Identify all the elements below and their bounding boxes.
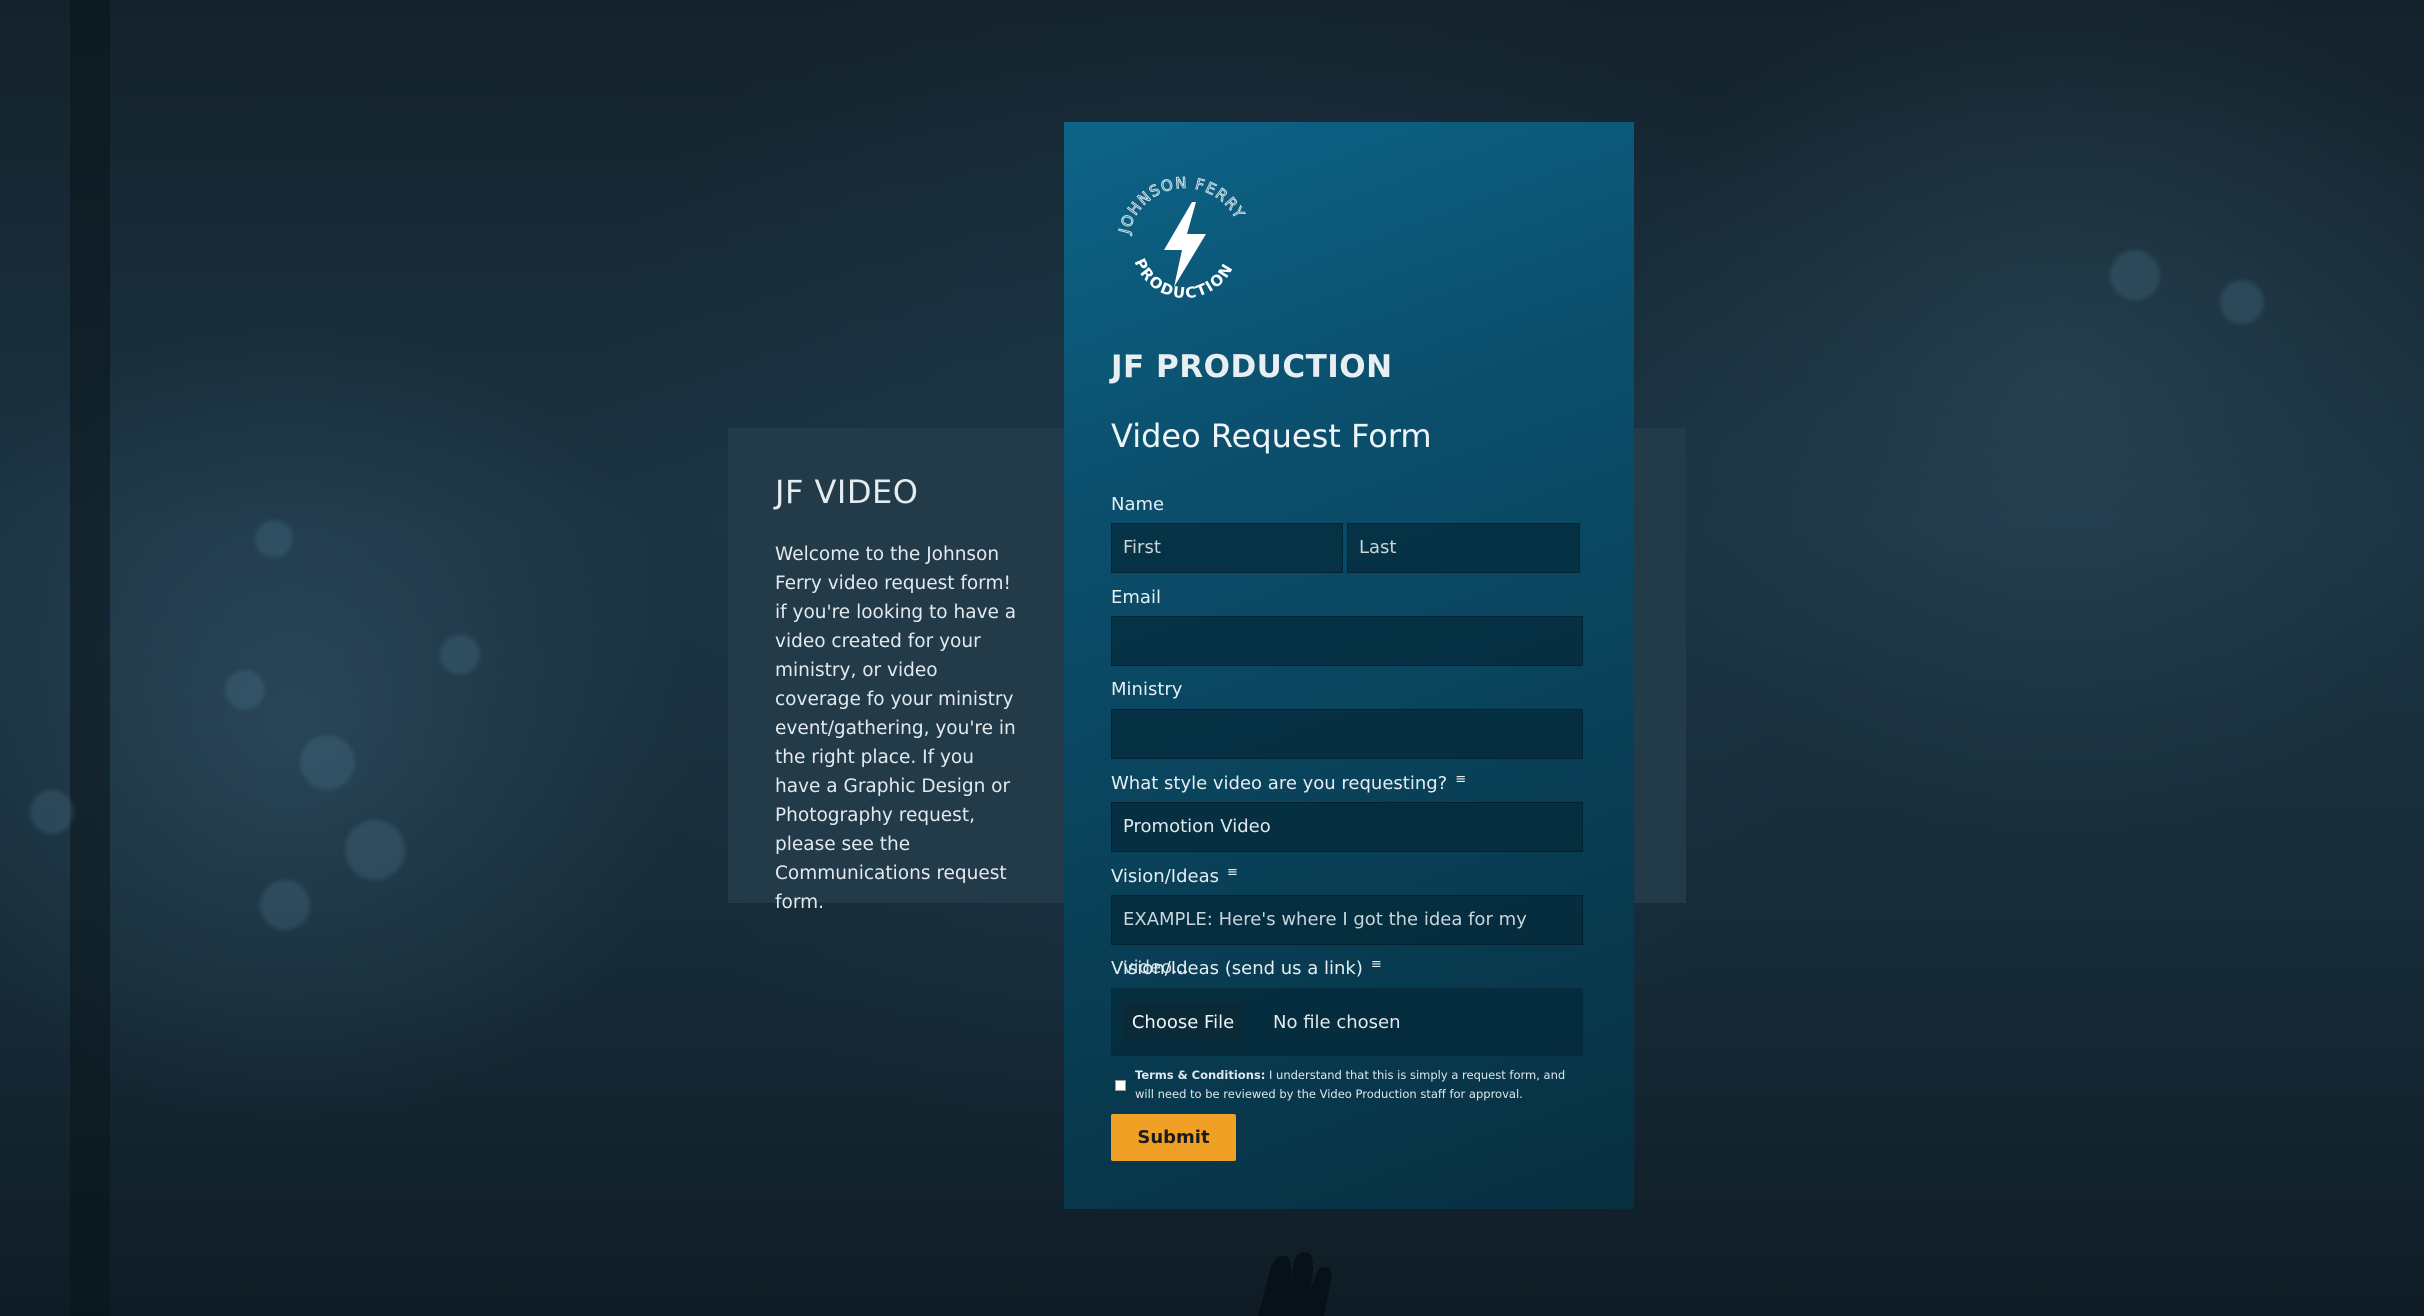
- info-description: Welcome to the Johnson Ferry video reque…: [775, 544, 1017, 913]
- first-name-input[interactable]: First: [1111, 523, 1343, 573]
- vision-link-label-text: Vision/Ideas (send us a link): [1111, 958, 1363, 979]
- vision-ideas-input[interactable]: EXAMPLE: Here's where I got the idea for…: [1111, 895, 1583, 978]
- terms-checkbox[interactable]: [1115, 1080, 1126, 1091]
- background-bokeh: [300, 735, 355, 790]
- choose-file-button[interactable]: Choose File: [1122, 1004, 1244, 1042]
- lightning-bolt-icon: [1164, 202, 1206, 287]
- help-icon[interactable]: ≡: [1455, 772, 1466, 787]
- background-bokeh: [440, 635, 480, 675]
- vision-label-text: Vision/Ideas: [1111, 866, 1219, 887]
- jf-production-logo: JOHNSON FERRY PRODUCTION: [1115, 173, 1248, 302]
- terms-text: Terms & Conditions: I understand that th…: [1135, 1066, 1585, 1104]
- ministry-input[interactable]: [1111, 709, 1583, 759]
- info-title: JF VIDEO: [775, 473, 919, 511]
- vision-label: Vision/Ideas ≡: [1111, 865, 1238, 887]
- request-form-card: JOHNSON FERRY PRODUCTION JF PRODUCTION V…: [1064, 122, 1634, 1209]
- background-bokeh: [255, 520, 293, 558]
- ministry-label: Ministry: [1111, 679, 1183, 700]
- background-bokeh: [260, 880, 310, 930]
- style-label: What style video are you requesting? ≡: [1111, 772, 1466, 794]
- background-bokeh: [2220, 280, 2264, 324]
- brand-name: JF PRODUCTION: [1111, 349, 1393, 385]
- email-label: Email: [1111, 587, 1161, 608]
- help-icon[interactable]: ≡: [1371, 957, 1382, 972]
- background-pillar: [70, 0, 110, 1316]
- last-name-input[interactable]: Last: [1347, 523, 1580, 573]
- background-bokeh: [225, 670, 265, 710]
- file-upload-field: Choose File No file chosen: [1111, 988, 1583, 1056]
- background-bokeh: [2110, 250, 2160, 300]
- terms-title: Terms & Conditions:: [1135, 1068, 1266, 1082]
- email-input[interactable]: [1111, 616, 1583, 666]
- video-style-select[interactable]: Promotion Video: [1111, 802, 1583, 852]
- background-bokeh: [345, 820, 405, 880]
- help-icon[interactable]: ≡: [1227, 865, 1238, 880]
- style-label-text: What style video are you requesting?: [1111, 773, 1448, 794]
- vision-link-label: Vision/Ideas (send us a link) ≡: [1111, 957, 1382, 979]
- form-title: Video Request Form: [1111, 417, 1432, 455]
- background-bokeh: [30, 790, 74, 834]
- hand-silhouette: [1258, 1252, 1332, 1316]
- name-label: Name: [1111, 494, 1165, 515]
- submit-button[interactable]: Submit: [1111, 1114, 1236, 1161]
- no-file-text: No file chosen: [1273, 1012, 1401, 1033]
